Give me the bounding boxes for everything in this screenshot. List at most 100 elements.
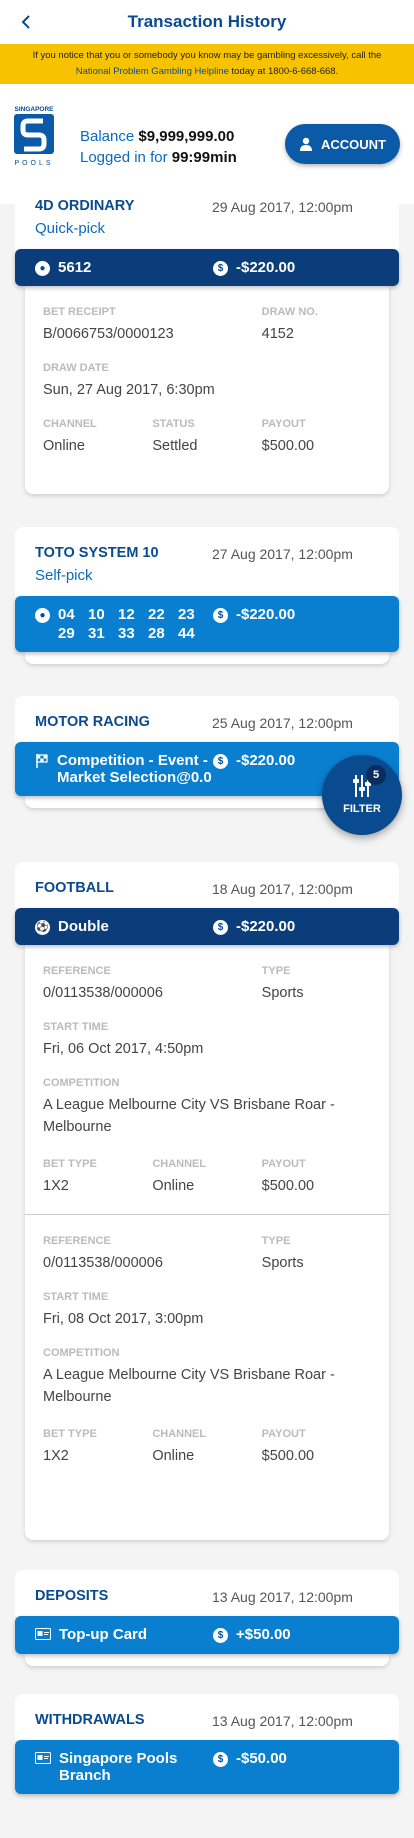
channel-value: Online xyxy=(43,438,85,454)
field-label: START TIME xyxy=(43,1291,109,1303)
card-header: WITHDRAWALS 13 Aug 2017, 12:00pm xyxy=(15,1694,399,1740)
user-icon xyxy=(300,137,312,151)
pick-type: Quick-pick xyxy=(35,220,106,237)
gambling-notice: If you notice that you or somebody you k… xyxy=(0,44,414,84)
card-header: TOTO SYSTEM 10 Self-pick 27 Aug 2017, 12… xyxy=(15,527,399,596)
field-label: START TIME xyxy=(43,1021,109,1033)
filter-button[interactable]: 5 FILTER xyxy=(322,755,402,835)
transaction-date: 27 Aug 2017, 12:00pm xyxy=(212,546,353,562)
card-icon xyxy=(35,1751,51,1768)
payout-value: $500.00 xyxy=(261,438,315,454)
dollar-icon: $ xyxy=(213,1752,228,1767)
bet-summary-bar: ⚽ Double $ -$220.00 xyxy=(15,908,399,945)
bet-leg: REFERENCE 0/0113538/000006 TYPE Sports STA… xyxy=(43,1215,371,1464)
transaction-date: 18 Aug 2017, 12:00pm xyxy=(212,881,353,897)
bet-summary-bar: ● 5612 $ -$220.00 xyxy=(15,249,399,286)
bet-details: BET RECEIPT B/0066753/0000123 DRAW NO. 415… xyxy=(25,286,389,494)
toto-number: 04 xyxy=(58,606,75,623)
field-label: REFERENCE xyxy=(43,965,111,977)
type-value: Sports xyxy=(261,985,304,1001)
dollar-icon: $ xyxy=(213,261,228,276)
field-label: TYPE xyxy=(261,1235,291,1247)
payout-value: $500.00 xyxy=(261,1178,315,1194)
field-label: BET TYPE xyxy=(43,1428,97,1440)
singapore-pools-logo: SINGAPORE POOLS xyxy=(13,104,55,168)
transaction-card-4d[interactable]: 4D ORDINARY Quick-pick 29 Aug 2017, 12:0… xyxy=(15,180,399,494)
field-label: REFERENCE xyxy=(43,1235,111,1247)
helpline-link[interactable]: National Problem Gambling Helpline xyxy=(76,66,229,77)
bet-details: REFERENCE 0/0113538/000006 TYPE Sports STA… xyxy=(25,945,389,1540)
status-value: Settled xyxy=(152,438,198,454)
field-label: PAYOUT xyxy=(261,418,306,430)
field-label: COMPETITION xyxy=(43,1347,120,1359)
ball-icon: ● xyxy=(35,608,50,623)
app-header: Transaction History xyxy=(0,0,414,44)
card-footer xyxy=(25,652,389,664)
competition-value: A League Melbourne City VS Brisbane Roar… xyxy=(43,1367,335,1405)
transaction-card-toto[interactable]: TOTO SYSTEM 10 Self-pick 27 Aug 2017, 12… xyxy=(15,527,399,664)
toto-number: 31 xyxy=(88,625,105,642)
toto-number: 44 xyxy=(178,625,195,642)
field-label: BET TYPE xyxy=(43,1158,97,1170)
draw-date-value: Sun, 27 Aug 2017, 6:30pm xyxy=(43,382,215,398)
channel-value: Online xyxy=(152,1178,195,1194)
bet-receipt-value: B/0066753/0000123 xyxy=(43,326,174,342)
transaction-date: 13 Aug 2017, 12:00pm xyxy=(212,1589,353,1605)
field-label: CHANNEL xyxy=(152,1158,207,1170)
transaction-card-deposits[interactable]: DEPOSITS 13 Aug 2017, 12:00pm Top-up Car… xyxy=(15,1570,399,1666)
logged-in-value: 99:99min xyxy=(171,149,237,166)
logged-in-label: Logged in for xyxy=(80,149,168,166)
field-label: DRAW NO. xyxy=(261,306,318,318)
field-label: PAYOUT xyxy=(261,1158,306,1170)
dollar-icon: $ xyxy=(213,608,228,623)
account-button-label: ACCOUNT xyxy=(321,136,386,152)
field-label: CHANNEL xyxy=(152,1428,207,1440)
bet-amount: -$220.00 xyxy=(236,606,296,623)
bet-selection: 5612 xyxy=(58,259,92,276)
dollar-icon: $ xyxy=(213,754,228,769)
account-button[interactable]: ACCOUNT xyxy=(285,124,400,164)
svg-text:POOLS: POOLS xyxy=(14,160,53,167)
field-label: CHANNEL xyxy=(43,418,97,430)
bet-summary-bar: ● 04 10 12 22 23 29 31 33 28 44 $ -$220.0… xyxy=(15,596,399,652)
card-header: 4D ORDINARY Quick-pick 29 Aug 2017, 12:0… xyxy=(15,180,399,249)
card-header: MOTOR RACING 25 Aug 2017, 12:00pm xyxy=(15,696,399,742)
bet-leg: REFERENCE 0/0113538/000006 TYPE Sports STA… xyxy=(43,945,371,1194)
start-time-value: Fri, 08 Oct 2017, 3:00pm xyxy=(43,1311,204,1327)
field-label: COMPETITION xyxy=(43,1077,120,1089)
bet-summary-bar: Top-up Card $ +$50.00 xyxy=(15,1616,399,1654)
transaction-card-withdrawals[interactable]: WITHDRAWALS 13 Aug 2017, 12:00pm Singapo… xyxy=(15,1694,399,1794)
bet-selection: Singapore Pools Branch xyxy=(59,1750,178,1784)
transaction-card-football[interactable]: FOOTBALL 18 Aug 2017, 12:00pm ⚽ Double $ -… xyxy=(15,862,399,1540)
card-header: FOOTBALL 18 Aug 2017, 12:00pm xyxy=(15,862,399,908)
bet-type-value: 1X2 xyxy=(43,1178,69,1194)
balance-info: Balance $9,999,999.00 Logged in for 99:9… xyxy=(80,126,237,168)
payout-value: $500.00 xyxy=(261,1448,315,1464)
football-icon: ⚽ xyxy=(35,920,50,935)
field-label: BET RECEIPT xyxy=(43,306,116,318)
filter-label: FILTER xyxy=(343,803,381,815)
channel-value: Online xyxy=(152,1448,195,1464)
type-value: Sports xyxy=(261,1255,304,1271)
bet-summary-bar: Singapore Pools Branch $ -$50.00 xyxy=(15,1740,399,1794)
transaction-date: 25 Aug 2017, 12:00pm xyxy=(212,715,353,731)
toto-number: 10 xyxy=(88,606,105,623)
notice-text: If you notice that you or somebody you k… xyxy=(32,50,382,61)
reference-value: 0/0113538/000006 xyxy=(43,985,163,1001)
bet-type-value: 1X2 xyxy=(43,1448,69,1464)
field-label: STATUS xyxy=(152,418,195,430)
bet-selection: Competition - Event - Market Selection@0… xyxy=(57,752,212,786)
bet-amount: -$50.00 xyxy=(236,1750,287,1767)
field-label: DRAW DATE xyxy=(43,362,109,374)
card-footer xyxy=(25,1654,389,1666)
toto-number: 23 xyxy=(178,606,195,623)
toto-numbers: 04 10 12 22 23 29 31 33 28 44 xyxy=(58,606,208,642)
toto-number: 29 xyxy=(58,625,75,642)
bet-selection: Double xyxy=(58,918,109,935)
toto-number: 33 xyxy=(118,625,135,642)
transaction-date: 29 Aug 2017, 12:00pm xyxy=(212,199,353,215)
balance-value: $9,999,999.00 xyxy=(138,128,235,145)
pick-type: Self-pick xyxy=(35,567,93,584)
draw-no-value: 4152 xyxy=(261,326,294,342)
bet-selection: Top-up Card xyxy=(59,1626,148,1643)
